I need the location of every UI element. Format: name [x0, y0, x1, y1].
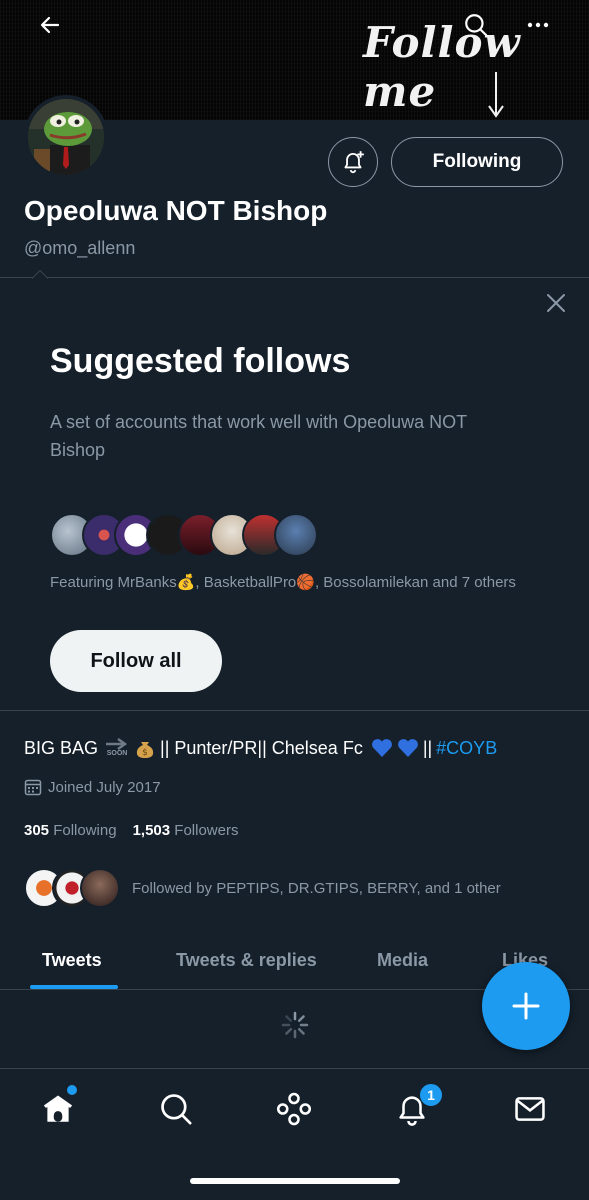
- notify-button[interactable]: [328, 137, 378, 187]
- more-icon: [527, 22, 549, 28]
- profile-bio: BIG BAG SOON $ || Punter/PR|| Chelsea Fc…: [24, 737, 497, 759]
- suggested-avatars[interactable]: [50, 513, 318, 559]
- caret-pointer: [32, 270, 48, 279]
- following-count: 305: [24, 822, 50, 839]
- nav-search[interactable]: [154, 1087, 198, 1131]
- hashtag-link[interactable]: #COYB: [436, 738, 497, 759]
- nav-spaces[interactable]: [272, 1087, 316, 1131]
- joined-text: Joined July 2017: [48, 778, 161, 796]
- calendar-icon: [24, 779, 42, 796]
- back-button[interactable]: [28, 3, 72, 47]
- compose-tweet-button[interactable]: [482, 962, 570, 1050]
- bio-prefix: BIG BAG: [24, 737, 99, 758]
- avatar-image: [28, 99, 104, 175]
- soon-label: SOON: [106, 750, 128, 757]
- profile-handle: @omo_allenn: [24, 238, 136, 258]
- notifications-badge: 1: [419, 1083, 443, 1107]
- following-stat[interactable]: 305 Following: [24, 822, 117, 839]
- followed-by-text: Followed by PEPTIPS, DR.GTIPS, BERRY, an…: [132, 879, 501, 897]
- plus-icon: [512, 992, 540, 1020]
- blue-heart-icon: [371, 739, 392, 757]
- mail-icon: [515, 1097, 545, 1121]
- search-button[interactable]: [454, 3, 498, 47]
- followers-stat[interactable]: 1,503 Followers: [133, 822, 239, 839]
- banner-arrow-graphic: [488, 72, 504, 118]
- avatar: [80, 868, 120, 908]
- follow-stats: 305 Following 1,503 Followers: [24, 822, 238, 839]
- home-indicator[interactable]: [190, 1178, 400, 1184]
- bell-plus-icon: [344, 151, 364, 174]
- home-unread-dot: [67, 1085, 77, 1095]
- nav-messages[interactable]: [508, 1087, 552, 1131]
- close-suggestions-button[interactable]: [540, 287, 572, 319]
- follow-all-button[interactable]: Follow all: [50, 630, 222, 692]
- money-bag-icon: $: [136, 742, 154, 758]
- following-label: Following: [53, 822, 117, 839]
- blue-heart-icon: [397, 739, 418, 757]
- loading-spinner-icon: [281, 1011, 309, 1039]
- suggested-follows-title: Suggested follows: [50, 342, 351, 380]
- profile-avatar[interactable]: [24, 95, 108, 179]
- followers-count: 1,503: [132, 822, 171, 839]
- home-icon: [43, 1095, 73, 1122]
- featuring-text: Featuring MrBanks💰, BasketballPro🏀, Boss…: [50, 574, 516, 591]
- arrow-right-icon: [106, 738, 128, 750]
- tab-media[interactable]: Media: [377, 930, 428, 990]
- profile-name: Opeoluwa NOT Bishop: [24, 195, 328, 226]
- back-arrow-icon: [40, 16, 60, 34]
- explore-icon: [161, 1094, 192, 1125]
- divider: [0, 277, 589, 278]
- soon-arrow-emoji: SOON: [104, 738, 130, 758]
- followers-label: Followers: [174, 822, 239, 839]
- divider: [0, 710, 589, 711]
- spaces-icon: [276, 1092, 312, 1126]
- bio-main: || Punter/PR|| Chelsea Fc: [160, 737, 363, 758]
- close-icon: [547, 294, 565, 312]
- avatar: [274, 513, 318, 557]
- more-button[interactable]: [516, 3, 560, 47]
- search-icon: [465, 14, 488, 37]
- joined-date: Joined July 2017: [24, 778, 161, 796]
- followed-by-avatars: [24, 868, 120, 908]
- svg-text:$: $: [142, 748, 148, 758]
- suggested-follows-description: A set of accounts that work well with Op…: [50, 412, 467, 460]
- tab-tweets-replies[interactable]: Tweets & replies: [176, 930, 317, 990]
- bio-separator: ||: [422, 737, 433, 758]
- followed-by[interactable]: Followed by PEPTIPS, DR.GTIPS, BERRY, an…: [24, 868, 501, 908]
- following-button[interactable]: Following: [391, 137, 563, 187]
- tab-tweets[interactable]: Tweets: [42, 930, 102, 990]
